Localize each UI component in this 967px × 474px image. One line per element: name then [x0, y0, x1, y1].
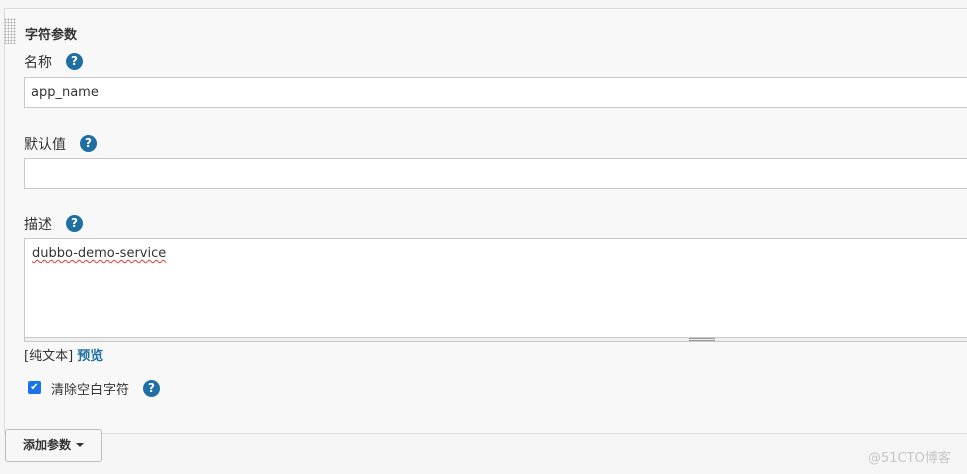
watermark: @51CTO博客: [868, 451, 951, 466]
description-label: 描述: [24, 217, 52, 233]
parameter-panel: [4, 8, 967, 434]
default-label-row: 默认值?: [24, 134, 97, 154]
format-links: [纯文本] 预览: [24, 345, 103, 364]
description-textarea[interactable]: dubbo-demo-service: [24, 238, 967, 338]
trim-label: 清除空白字符: [51, 383, 130, 398]
resize-grip-icon: [689, 338, 715, 341]
add-parameter-button[interactable]: 添加参数: [5, 429, 102, 462]
name-input[interactable]: app_name: [24, 77, 967, 108]
trim-checkbox[interactable]: ✔: [28, 381, 41, 394]
caret-down-icon: [76, 442, 84, 447]
trim-row: ✔ 清除空白字符?: [28, 379, 161, 399]
description-label-row: 描述?: [24, 214, 83, 234]
plain-text-label: [纯文本]: [24, 349, 74, 364]
section-title: 字符参数: [25, 28, 78, 43]
name-label: 名称: [24, 55, 52, 71]
preview-link[interactable]: 预览: [77, 349, 103, 364]
description-text: dubbo-demo-service: [32, 246, 167, 261]
help-icon[interactable]: ?: [80, 134, 97, 152]
help-icon[interactable]: ?: [143, 380, 161, 397]
name-label-row: 名称?: [24, 52, 83, 72]
default-value-input[interactable]: [24, 158, 967, 189]
drag-handle[interactable]: [4, 18, 16, 44]
default-value-label: 默认值: [24, 137, 66, 153]
add-parameter-label: 添加参数: [22, 438, 71, 452]
help-icon[interactable]: ?: [66, 52, 83, 70]
help-icon[interactable]: ?: [66, 214, 83, 232]
textarea-resize-handle[interactable]: [24, 337, 967, 342]
